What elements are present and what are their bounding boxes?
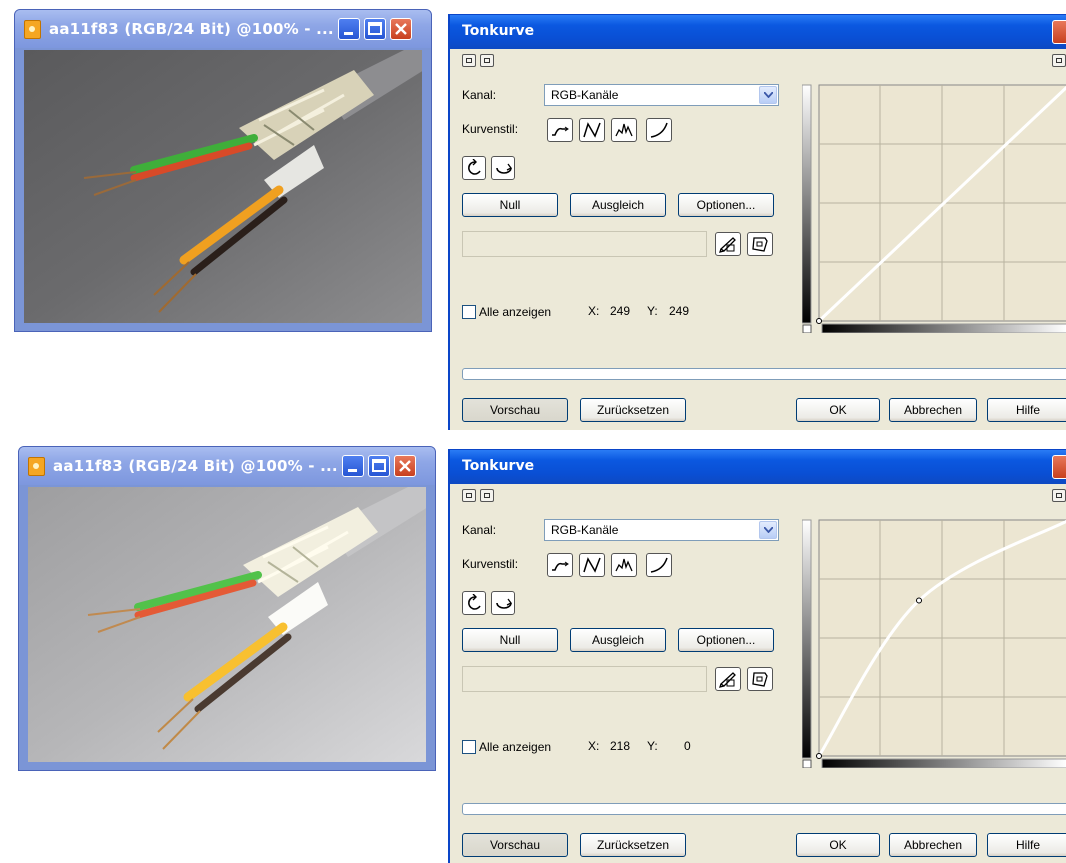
alle-anzeigen-label: Alle anzeigen — [479, 305, 552, 319]
tonkurve-dialog[interactable]: Tonkurve Kanal: RGB-Kanäle Kurvenstil: N… — [448, 14, 1066, 430]
tone-curve-graph[interactable] — [802, 83, 1066, 333]
curve-spline-icon[interactable] — [579, 118, 605, 142]
curve-gamma-icon[interactable] — [646, 553, 672, 577]
kanal-select[interactable]: RGB-Kanäle — [544, 519, 779, 541]
y-value: 249 — [669, 304, 690, 318]
chevron-down-icon[interactable] — [759, 521, 777, 539]
curve-histogram-icon[interactable] — [611, 118, 637, 142]
tonkurve-dialog[interactable]: Tonkurve Kanal: RGB-Kanäle Kurvenstil: N… — [448, 449, 1066, 863]
dialog-title: Tonkurve — [462, 458, 535, 474]
curve-freehand-icon[interactable] — [547, 118, 573, 142]
ok-button[interactable]: OK — [796, 833, 880, 857]
close-button[interactable] — [1052, 455, 1066, 479]
preset-field[interactable] — [462, 231, 707, 257]
image-window-title: aa11f83 (RGB/24 Bit) @100% - ... — [49, 20, 334, 38]
save-preset-icon[interactable] — [747, 667, 773, 691]
curve-gamma-icon[interactable] — [646, 118, 672, 142]
alle-anzeigen-checkbox[interactable] — [462, 740, 476, 754]
vertical-gradient-bar — [802, 519, 812, 759]
image-window-titlebar[interactable]: aa11f83 (RGB/24 Bit) @100% - ... — [19, 447, 435, 485]
null-button[interactable]: Null — [462, 628, 558, 652]
ausgleich-button[interactable]: Ausgleich — [570, 193, 666, 217]
x-value: 218 — [610, 739, 631, 753]
vertical-gradient-bar — [802, 84, 812, 324]
y-label: Y: — [647, 739, 658, 753]
close-button[interactable] — [1052, 20, 1066, 44]
kanal-value: RGB-Kanäle — [551, 523, 619, 537]
zuruecksetzen-button[interactable]: Zurücksetzen — [580, 833, 686, 857]
ok-button[interactable]: OK — [796, 398, 880, 422]
compact-view-icon[interactable] — [462, 489, 476, 502]
null-button[interactable]: Null — [462, 193, 558, 217]
maximize-button[interactable] — [368, 455, 390, 477]
dialog-title: Tonkurve — [462, 23, 535, 39]
menu-arrow-icon[interactable] — [1052, 489, 1066, 502]
image-window-title: aa11f83 (RGB/24 Bit) @100% - ... — [53, 457, 338, 475]
maximize-button[interactable] — [364, 18, 386, 40]
curve-spline-icon[interactable] — [579, 553, 605, 577]
zuruecksetzen-button[interactable]: Zurücksetzen — [580, 398, 686, 422]
image-window-adjusted[interactable]: aa11f83 (RGB/24 Bit) @100% - ... — [18, 446, 436, 771]
image-document-icon — [28, 457, 45, 476]
y-value: 0 — [684, 739, 691, 753]
compact-view-icon[interactable] — [462, 54, 476, 67]
hilfe-button[interactable]: Hilfe — [987, 833, 1066, 857]
cable-photo-original — [24, 50, 422, 323]
rotate-left-icon[interactable] — [462, 156, 486, 180]
curve-control-point — [816, 753, 822, 759]
kurvenstil-label: Kurvenstil: — [462, 557, 519, 571]
ausgleich-button[interactable]: Ausgleich — [570, 628, 666, 652]
kanal-value: RGB-Kanäle — [551, 88, 619, 102]
menu-arrow-icon[interactable] — [1052, 54, 1066, 67]
abbrechen-button[interactable]: Abbrechen — [889, 833, 977, 857]
curve-control-point — [916, 597, 922, 604]
progress-bar — [462, 368, 1066, 380]
save-preset-icon[interactable] — [747, 232, 773, 256]
minimize-button[interactable] — [342, 455, 364, 477]
expand-view-icon[interactable] — [480, 54, 494, 67]
invert-curve-icon[interactable] — [491, 591, 515, 615]
dialog-titlebar[interactable]: Tonkurve — [450, 15, 1066, 49]
optionen-button[interactable]: Optionen... — [678, 628, 774, 652]
vorschau-button[interactable]: Vorschau — [462, 398, 568, 422]
rotate-left-icon[interactable] — [462, 591, 486, 615]
y-label: Y: — [647, 304, 658, 318]
abbrechen-button[interactable]: Abbrechen — [889, 398, 977, 422]
horizontal-gradient-bar — [821, 758, 1066, 768]
invert-curve-icon[interactable] — [491, 156, 515, 180]
kurvenstil-label: Kurvenstil: — [462, 122, 519, 136]
gradient-toggle-icon — [802, 759, 812, 768]
image-window-original[interactable]: aa11f83 (RGB/24 Bit) @100% - ... — [14, 9, 432, 332]
curve-control-point — [816, 318, 822, 324]
kanal-select[interactable]: RGB-Kanäle — [544, 84, 779, 106]
image-window-titlebar[interactable]: aa11f83 (RGB/24 Bit) @100% - ... — [15, 10, 431, 48]
cable-photo-adjusted — [28, 487, 426, 762]
load-preset-icon[interactable] — [715, 232, 741, 256]
x-label: X: — [588, 739, 600, 753]
close-button[interactable] — [394, 455, 416, 477]
minimize-button[interactable] — [338, 18, 360, 40]
x-label: X: — [588, 304, 600, 318]
curve-freehand-icon[interactable] — [547, 553, 573, 577]
load-preset-icon[interactable] — [715, 667, 741, 691]
dialog-titlebar[interactable]: Tonkurve — [450, 450, 1066, 484]
curve-histogram-icon[interactable] — [611, 553, 637, 577]
hilfe-button[interactable]: Hilfe — [987, 398, 1066, 422]
kanal-label: Kanal: — [462, 523, 497, 537]
horizontal-gradient-bar — [821, 323, 1066, 333]
optionen-button[interactable]: Optionen... — [678, 193, 774, 217]
progress-bar — [462, 803, 1066, 815]
x-value: 249 — [610, 304, 631, 318]
expand-view-icon[interactable] — [480, 489, 494, 502]
kanal-label: Kanal: — [462, 88, 497, 102]
gradient-toggle-icon — [802, 324, 812, 333]
tone-curve-graph[interactable] — [802, 518, 1066, 768]
vorschau-button[interactable]: Vorschau — [462, 833, 568, 857]
image-document-icon — [24, 20, 41, 39]
preset-field[interactable] — [462, 666, 707, 692]
close-button[interactable] — [390, 18, 412, 40]
alle-anzeigen-checkbox[interactable] — [462, 305, 476, 319]
chevron-down-icon[interactable] — [759, 86, 777, 104]
alle-anzeigen-label: Alle anzeigen — [479, 740, 552, 754]
